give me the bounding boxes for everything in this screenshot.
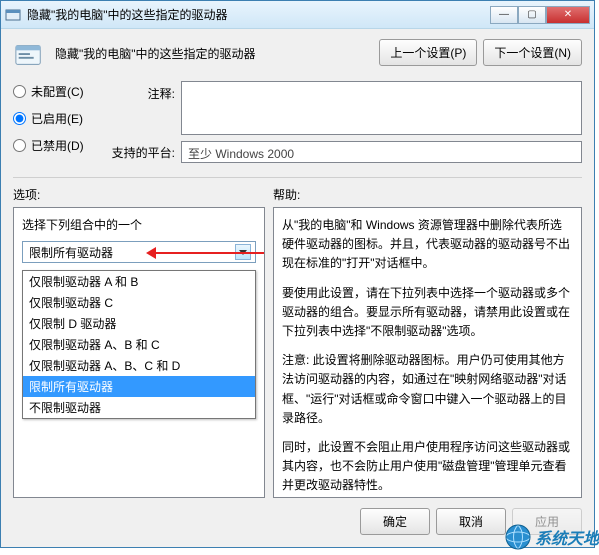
page-title: 隐藏"我的电脑"中的这些指定的驱动器 bbox=[55, 39, 369, 62]
comment-label: 注释: bbox=[111, 81, 175, 102]
prev-setting-button[interactable]: 上一个设置(P) bbox=[379, 39, 477, 66]
ok-button[interactable]: 确定 bbox=[360, 508, 430, 535]
dd-item-abcd[interactable]: 仅限制驱动器 A、B、C 和 D bbox=[23, 355, 255, 376]
dd-item-all[interactable]: 限制所有驱动器 bbox=[23, 376, 255, 397]
policy-window: 隐藏"我的电脑"中的这些指定的驱动器 — ▢ ✕ 隐藏"我的电脑"中的这些指定的… bbox=[0, 0, 595, 548]
radio-enabled-label: 已启用(E) bbox=[31, 110, 83, 127]
close-button[interactable]: ✕ bbox=[546, 6, 590, 24]
platform-row: 支持的平台: 至少 Windows 2000 bbox=[111, 141, 582, 163]
header-row: 隐藏"我的电脑"中的这些指定的驱动器 上一个设置(P) 下一个设置(N) bbox=[13, 39, 582, 71]
drive-select-value: 限制所有驱动器 bbox=[29, 244, 113, 261]
watermark: 系统天地 bbox=[505, 524, 599, 550]
bottom-bar: 确定 取消 应用 bbox=[13, 498, 582, 537]
help-p4: 同时，此设置不会阻止用户使用程序访问这些驱动器或其内容，也不会防止用户使用"磁盘… bbox=[282, 438, 573, 496]
options-title: 选择下列组合中的一个 bbox=[22, 216, 256, 233]
divider bbox=[13, 177, 582, 178]
nav-buttons: 上一个设置(P) 下一个设置(N) bbox=[379, 39, 582, 66]
radio-not-configured[interactable]: 未配置(C) bbox=[13, 83, 103, 100]
policy-icon bbox=[13, 39, 45, 71]
dd-item-none[interactable]: 不限制驱动器 bbox=[23, 397, 255, 418]
help-p1: 从"我的电脑"和 Windows 资源管理器中删除代表所选硬件驱动器的图标。并且… bbox=[282, 216, 573, 274]
radio-enabled[interactable]: 已启用(E) bbox=[13, 110, 103, 127]
content: 隐藏"我的电脑"中的这些指定的驱动器 上一个设置(P) 下一个设置(N) 未配置… bbox=[1, 29, 594, 547]
section-labels: 选项: 帮助: bbox=[13, 186, 582, 203]
help-panel: 从"我的电脑"和 Windows 资源管理器中删除代表所选硬件驱动器的图标。并且… bbox=[273, 207, 582, 498]
radio-disabled-input[interactable] bbox=[13, 139, 26, 152]
maximize-button[interactable]: ▢ bbox=[518, 6, 546, 24]
window-icon bbox=[5, 7, 21, 23]
help-p3: 注意: 此设置将删除驱动器图标。用户仍可使用其他方法访问驱动器的内容，如通过在"… bbox=[282, 351, 573, 428]
help-label: 帮助: bbox=[273, 186, 582, 203]
radio-disabled-label: 已禁用(D) bbox=[31, 137, 84, 154]
options-panel: 选择下列组合中的一个 限制所有驱动器 仅限制驱动器 A 和 B 仅限制驱动器 C… bbox=[13, 207, 265, 498]
radio-enabled-input[interactable] bbox=[13, 112, 26, 125]
watermark-text: 系统天地 bbox=[535, 525, 599, 549]
next-setting-button[interactable]: 下一个设置(N) bbox=[483, 39, 582, 66]
window-buttons: — ▢ ✕ bbox=[490, 6, 590, 24]
comment-row: 注释: bbox=[111, 81, 582, 135]
dd-item-d[interactable]: 仅限制 D 驱动器 bbox=[23, 313, 255, 334]
dd-item-c[interactable]: 仅限制驱动器 C bbox=[23, 292, 255, 313]
titlebar: 隐藏"我的电脑"中的这些指定的驱动器 — ▢ ✕ bbox=[1, 1, 594, 29]
panels: 选择下列组合中的一个 限制所有驱动器 仅限制驱动器 A 和 B 仅限制驱动器 C… bbox=[13, 207, 582, 498]
cancel-button[interactable]: 取消 bbox=[436, 508, 506, 535]
platform-value: 至少 Windows 2000 bbox=[181, 141, 582, 163]
radio-not-configured-label: 未配置(C) bbox=[31, 83, 84, 100]
config-area: 未配置(C) 已启用(E) 已禁用(D) 注释: 支持的平台: bbox=[13, 81, 582, 163]
dd-item-ab[interactable]: 仅限制驱动器 A 和 B bbox=[23, 271, 255, 292]
comment-textarea[interactable] bbox=[181, 81, 582, 135]
drive-dropdown: 仅限制驱动器 A 和 B 仅限制驱动器 C 仅限制 D 驱动器 仅限制驱动器 A… bbox=[22, 270, 256, 419]
platform-label: 支持的平台: bbox=[111, 144, 175, 161]
radio-disabled[interactable]: 已禁用(D) bbox=[13, 137, 103, 154]
help-p2: 要使用此设置，请在下拉列表中选择一个驱动器或多个驱动器的组合。要显示所有驱动器，… bbox=[282, 284, 573, 342]
radio-column: 未配置(C) 已启用(E) 已禁用(D) bbox=[13, 81, 103, 163]
options-label: 选项: bbox=[13, 186, 273, 203]
annotation-arrow bbox=[150, 252, 265, 254]
titlebar-title: 隐藏"我的电脑"中的这些指定的驱动器 bbox=[27, 6, 490, 23]
comment-column: 注释: 支持的平台: 至少 Windows 2000 bbox=[111, 81, 582, 163]
globe-icon bbox=[505, 524, 531, 550]
minimize-button[interactable]: — bbox=[490, 6, 518, 24]
radio-not-configured-input[interactable] bbox=[13, 85, 26, 98]
dd-item-abc[interactable]: 仅限制驱动器 A、B 和 C bbox=[23, 334, 255, 355]
